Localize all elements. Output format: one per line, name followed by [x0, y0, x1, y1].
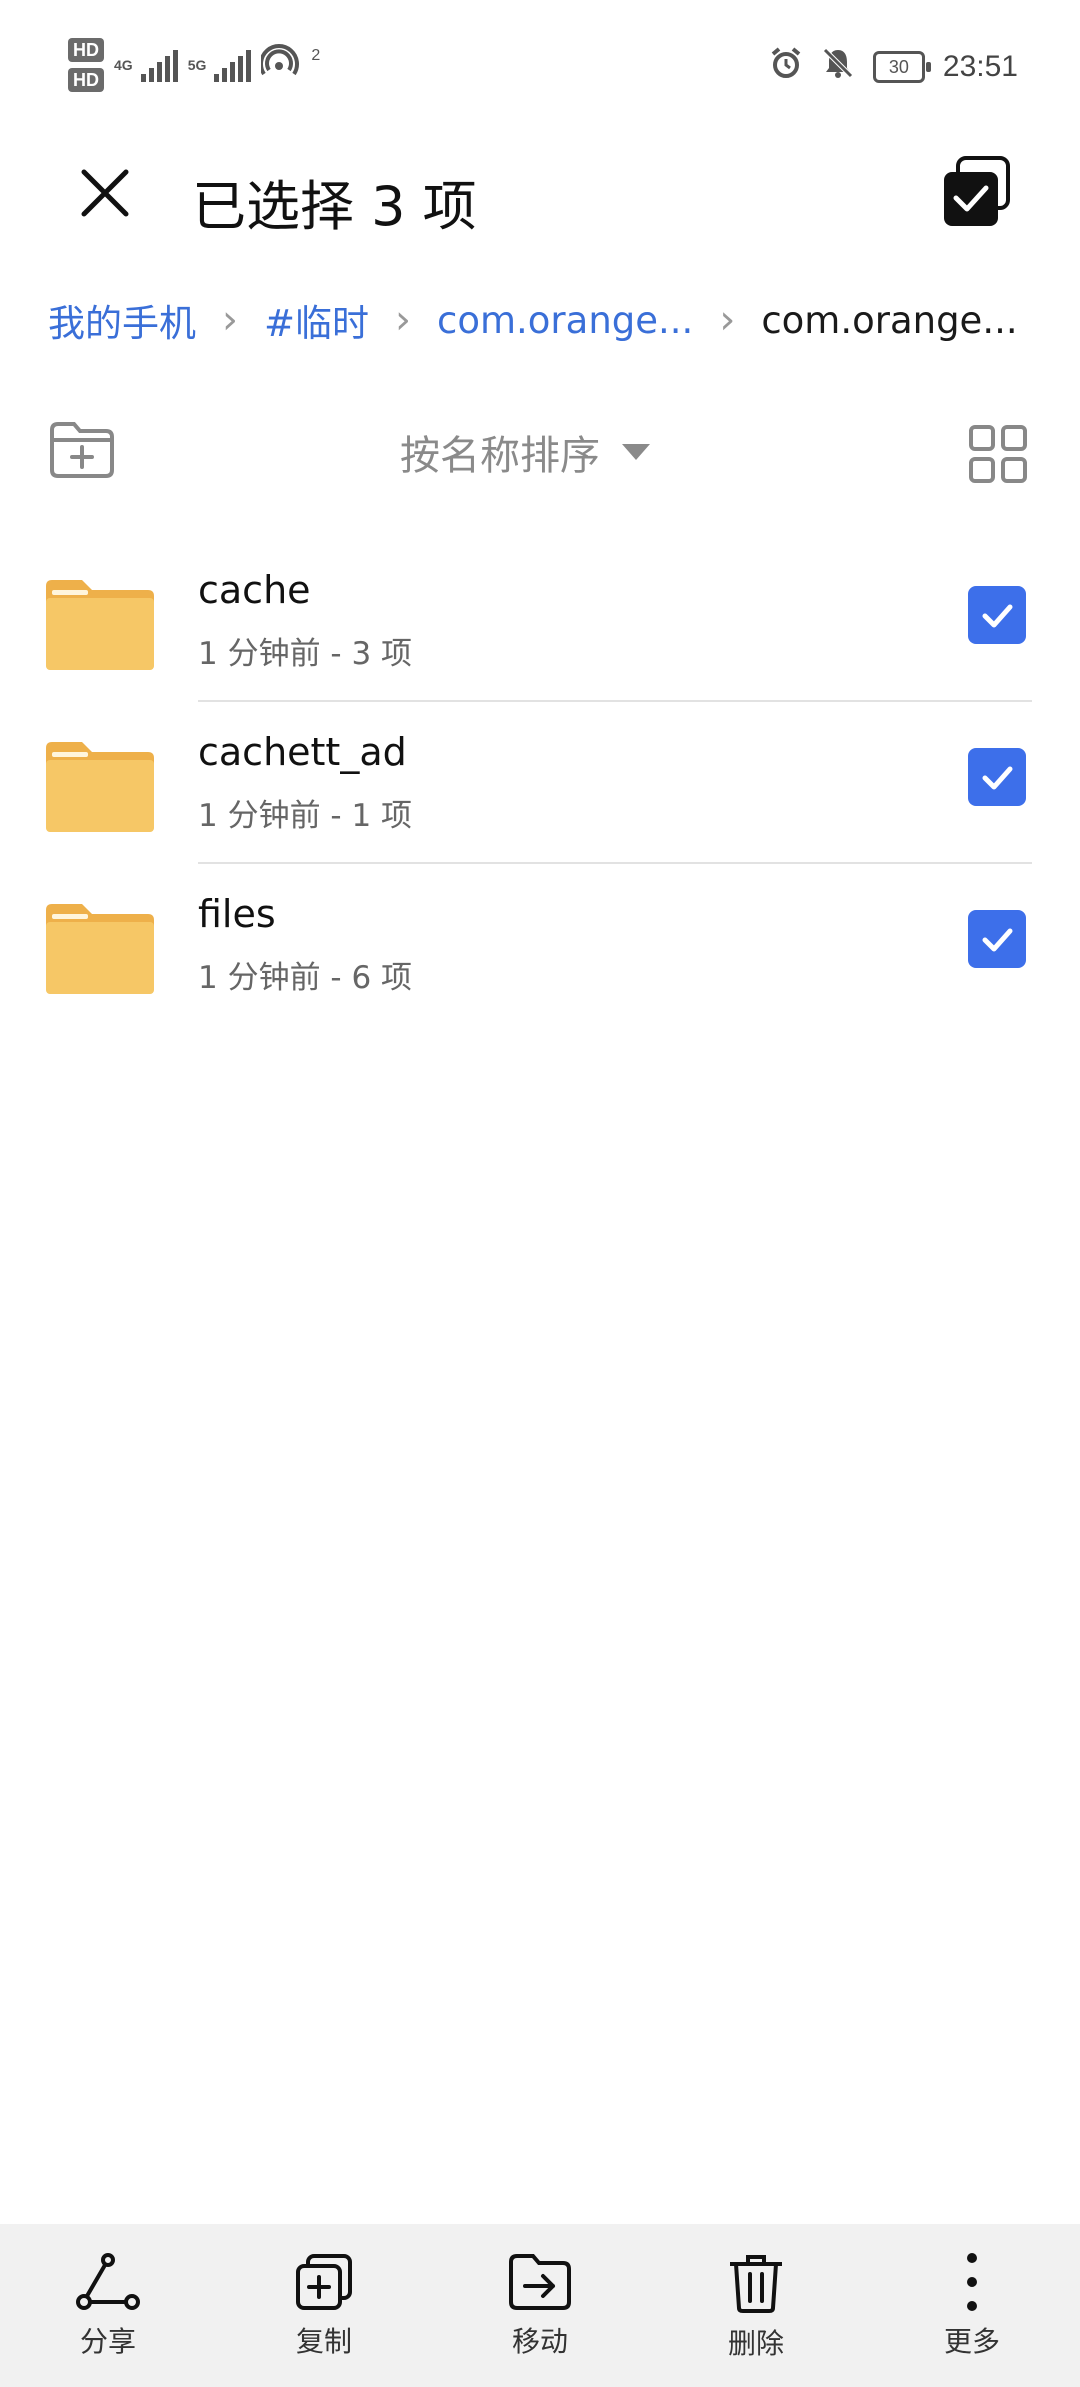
status-bar-left: HD HD 4G 5G 2	[68, 38, 321, 92]
close-selection-button[interactable]	[70, 158, 140, 228]
more-button[interactable]: 更多	[864, 2224, 1080, 2387]
folder-icon	[46, 742, 154, 832]
folder-icon	[46, 580, 154, 670]
close-icon	[81, 169, 129, 217]
selection-title-bar: 已选择 3 项	[0, 140, 1080, 240]
new-folder-button[interactable]	[48, 420, 116, 480]
grid-view-icon	[969, 425, 1027, 483]
grid-view-button[interactable]	[968, 424, 1028, 484]
new-folder-icon	[50, 422, 114, 478]
checkmark-icon	[982, 604, 1013, 628]
hd-badge-1: HD	[68, 38, 104, 62]
network-type-1: 4G	[114, 57, 133, 73]
hd-indicators: HD HD	[68, 38, 104, 92]
chevron-right-icon: ›	[719, 297, 736, 343]
sort-dropdown[interactable]: 按名称排序	[400, 422, 650, 482]
checkmark-icon	[982, 928, 1013, 952]
file-meta: 1 分钟前 - 1 项	[198, 798, 413, 834]
delete-button[interactable]: 删除	[648, 2224, 864, 2387]
mute-icon	[821, 46, 855, 87]
status-bar-right: 30 23:51	[769, 46, 1018, 87]
copy-label: 复制	[295, 2325, 352, 2358]
delete-icon	[730, 2255, 782, 2313]
signal-bars-2-icon	[214, 48, 252, 82]
breadcrumb-temp[interactable]: #临时	[264, 293, 369, 347]
chevron-right-icon: ›	[395, 297, 412, 343]
breadcrumb-package-parent[interactable]: com.orange...	[437, 299, 693, 342]
file-row-cache[interactable]: cache 1 分钟前 - 3 项	[0, 540, 1080, 702]
file-name: cachett_ad	[198, 730, 407, 774]
alarm-icon	[769, 46, 803, 87]
delete-label: 删除	[727, 2327, 784, 2360]
more-icon	[967, 2253, 977, 2311]
move-icon	[509, 2254, 571, 2310]
move-button[interactable]: 移动	[432, 2224, 648, 2387]
breadcrumb: 我的手机 › #临时 › com.orange... › com.orange.…	[48, 290, 1018, 350]
move-label: 移动	[511, 2325, 568, 2358]
row-checkbox[interactable]	[968, 586, 1026, 644]
copy-button[interactable]: 复制	[216, 2224, 432, 2387]
sort-label: 按名称排序	[400, 433, 600, 479]
bottom-action-bar: 分享 复制 移动 删除 更多	[0, 2224, 1080, 2387]
file-list: cache 1 分钟前 - 3 项 cachett_ad 1 分钟前 - 1 项	[0, 540, 1080, 1026]
share-label: 分享	[79, 2325, 136, 2358]
select-all-button[interactable]	[940, 154, 1012, 228]
network-type-2: 5G	[187, 57, 207, 73]
page-title: 已选择 3 项	[192, 175, 477, 238]
hd-badge-2: HD	[68, 68, 104, 92]
file-meta: 1 分钟前 - 3 项	[198, 636, 413, 672]
clock-time: 23:51	[942, 49, 1018, 83]
hotspot-icon	[259, 43, 301, 87]
folder-icon	[46, 904, 154, 994]
row-checkbox[interactable]	[968, 748, 1026, 806]
share-icon	[76, 2253, 140, 2310]
chevron-right-icon: ›	[222, 297, 238, 343]
battery-icon: 30	[872, 50, 931, 83]
hotspot-count: 2	[311, 47, 321, 64]
file-row-cachett-ad[interactable]: cachett_ad 1 分钟前 - 1 项	[0, 702, 1080, 864]
select-all-icon	[944, 156, 1010, 226]
caret-down-icon	[622, 444, 650, 460]
more-label: 更多	[943, 2325, 1000, 2358]
breadcrumb-current: com.orange...	[761, 298, 1018, 342]
file-name: files	[198, 892, 276, 936]
file-name: cache	[198, 568, 311, 612]
copy-icon	[296, 2254, 352, 2310]
status-bar: HD HD 4G 5G 2 30 23:51	[0, 0, 1080, 130]
file-row-files[interactable]: files 1 分钟前 - 6 项	[0, 864, 1080, 1026]
row-checkbox[interactable]	[968, 910, 1026, 968]
file-meta: 1 分钟前 - 6 项	[198, 960, 413, 996]
share-button[interactable]: 分享	[0, 2224, 216, 2387]
signal-bars-1-icon	[140, 48, 178, 82]
breadcrumb-my-phone[interactable]: 我的手机	[48, 293, 196, 347]
checkmark-icon	[982, 766, 1013, 790]
